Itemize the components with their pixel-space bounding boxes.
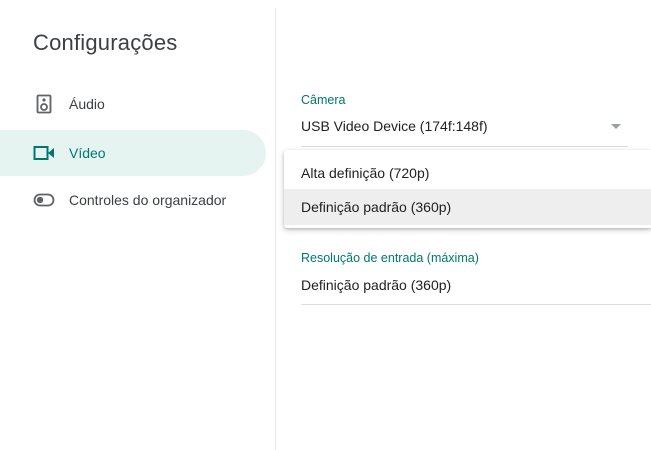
camera-select[interactable]: USB Video Device (174f:148f) xyxy=(301,118,488,134)
sidebar-item-label: Áudio xyxy=(69,96,105,112)
input-resolution-label: Resolução de entrada (máxima) xyxy=(301,251,479,265)
sidebar-item-host-controls[interactable]: Controles do organizador xyxy=(0,177,266,223)
settings-dialog: Configurações Áudio Vídeo Controles do o… xyxy=(0,0,651,450)
menu-item-720p[interactable]: Alta definição (720p) xyxy=(284,155,651,191)
sidebar-item-video[interactable]: Vídeo xyxy=(0,130,266,176)
menu-item-360p[interactable]: Definição padrão (360p) xyxy=(284,189,651,225)
videocam-icon xyxy=(33,142,55,164)
input-resolution-underline xyxy=(301,304,651,305)
sidebar-item-label: Vídeo xyxy=(69,145,106,161)
resolution-menu: Alta definição (720p) Definição padrão (… xyxy=(284,150,651,228)
input-resolution-select[interactable]: Definição padrão (360p) xyxy=(301,277,451,293)
camera-underline xyxy=(301,146,628,147)
sidebar-item-audio[interactable]: Áudio xyxy=(0,81,266,127)
toggle-icon xyxy=(33,189,55,211)
chevron-down-icon[interactable] xyxy=(611,124,621,129)
sidebar-item-label: Controles do organizador xyxy=(69,192,227,208)
page-title: Configurações xyxy=(33,30,178,55)
camera-label: Câmera xyxy=(301,93,346,107)
speaker-icon xyxy=(33,93,55,115)
vertical-divider xyxy=(275,8,276,450)
